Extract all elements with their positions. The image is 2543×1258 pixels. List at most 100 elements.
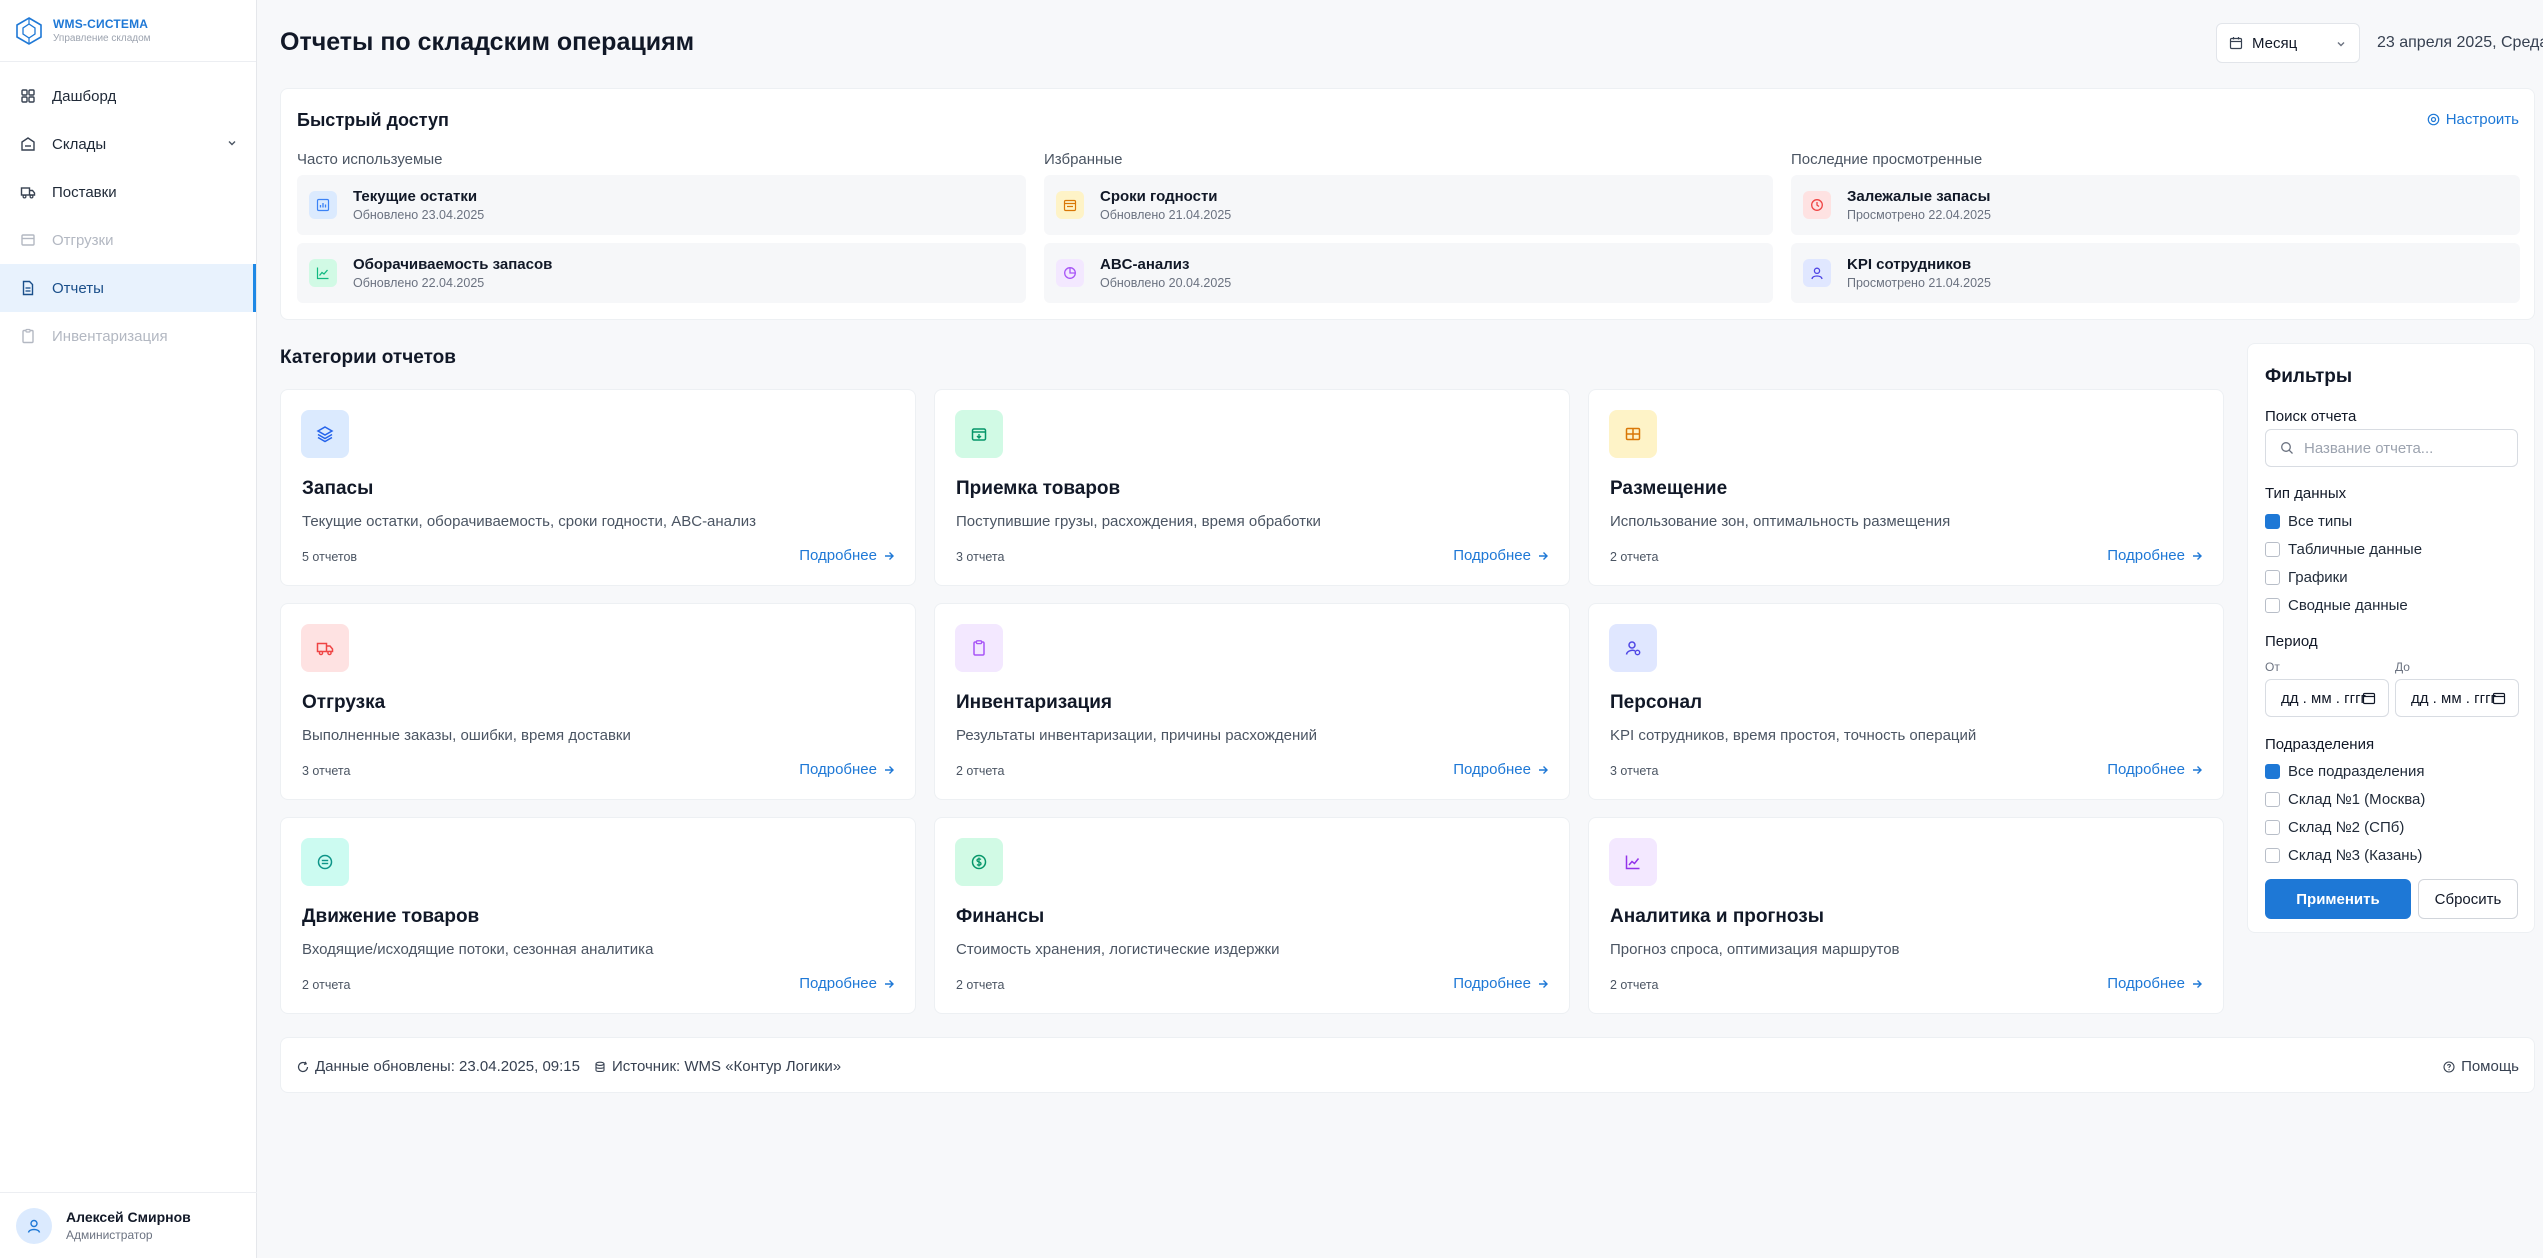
category-count: 3 отчета (956, 550, 1005, 564)
sidebar-item-reports[interactable]: Отчеты (0, 264, 256, 312)
categories-title: Категории отчетов (280, 347, 456, 368)
sidebar-item-warehouses[interactable]: Склады (0, 120, 256, 168)
category-card-staff[interactable]: Персонал KPI сотрудников, время простоя,… (1588, 603, 2224, 800)
clipboard-icon (955, 624, 1003, 672)
logo-icon (16, 16, 42, 45)
period-select[interactable]: Месяц (2216, 23, 2360, 63)
brand[interactable]: WMS-СИСТЕМА Управление складом (0, 0, 256, 62)
more-link[interactable]: Подробнее (1453, 975, 1549, 992)
sidebar-item-shipments[interactable]: Отгрузки (0, 216, 256, 264)
checkbox-warehouse-3[interactable]: Склад №3 (Казань) (2265, 847, 2422, 864)
checkbox[interactable] (2265, 820, 2280, 835)
more-link[interactable]: Подробнее (2107, 761, 2203, 778)
date-to-label: До (2395, 660, 2410, 674)
checkbox[interactable] (2265, 514, 2280, 529)
more-link[interactable]: Подробнее (1453, 761, 1549, 778)
calendar-icon[interactable] (2362, 691, 2376, 705)
quick-access-panel: Быстрый доступ Настроить Часто используе… (280, 88, 2535, 320)
chart-box-icon (309, 191, 337, 219)
checkbox[interactable] (2265, 848, 2280, 863)
arrow-right-icon (1539, 551, 1548, 560)
checkbox-label: Сводные данные (2288, 597, 2408, 614)
category-card-receiving[interactable]: Приемка товаров Поступившие грузы, расхо… (934, 389, 1570, 586)
more-label: Подробнее (799, 547, 877, 564)
category-description: Результаты инвентаризации, причины расхо… (956, 727, 1318, 744)
quick-item-name: ABC-анализ (1100, 256, 1190, 273)
checkbox-summary[interactable]: Сводные данные (2265, 597, 2408, 614)
grid-icon (1609, 410, 1657, 458)
quick-item[interactable]: Текущие остатки Обновлено 23.04.2025 (297, 175, 1026, 235)
help-icon (2443, 1060, 2455, 1073)
category-card-analytics[interactable]: Аналитика и прогнозы Прогноз спроса, опт… (1588, 817, 2224, 1014)
sidebar-item-deliveries[interactable]: Поставки (0, 168, 256, 216)
quick-column-title: Часто используемые (297, 151, 443, 168)
category-description: Текущие остатки, оборачиваемость, сроки … (302, 513, 757, 530)
settings-icon (2427, 113, 2440, 126)
quick-item[interactable]: KPI сотрудников Просмотрено 21.04.2025 (1791, 243, 2520, 303)
date-to-input[interactable]: дд . мм . гггг (2395, 679, 2519, 717)
checkbox-tables[interactable]: Табличные данные (2265, 541, 2422, 558)
checkbox-all-divisions[interactable]: Все подразделения (2265, 763, 2424, 780)
sidebar-item-inventory[interactable]: Инвентаризация (0, 312, 256, 360)
sidebar-item-dashboard[interactable]: Дашборд (0, 72, 256, 120)
checkbox-label: Склад №1 (Москва) (2288, 791, 2426, 808)
more-link[interactable]: Подробнее (799, 975, 895, 992)
date-from-input[interactable]: дд . мм . гггг (2265, 679, 2389, 717)
more-link[interactable]: Подробнее (799, 761, 895, 778)
arrow-right-icon (885, 551, 894, 560)
configure-link[interactable]: Настроить (2427, 111, 2519, 128)
category-card-placement[interactable]: Размещение Использование зон, оптимально… (1588, 389, 2224, 586)
help-link[interactable]: Помощь (2443, 1058, 2519, 1075)
quick-column-title: Избранные (1044, 151, 1123, 168)
quick-item-name: Текущие остатки (353, 188, 478, 205)
user-profile[interactable]: Алексей Смирнов Администратор (0, 1192, 257, 1258)
checkbox-label: Табличные данные (2288, 541, 2423, 558)
truck-icon (20, 184, 36, 200)
period-label: Период (2265, 633, 2318, 650)
quick-item[interactable]: Залежалые запасы Просмотрено 22.04.2025 (1791, 175, 2520, 235)
sidebar-nav: Дашборд Склады Поставки Отгрузки Отчеты … (0, 72, 256, 360)
quick-item[interactable]: Сроки годности Обновлено 21.04.2025 (1044, 175, 1773, 235)
category-description: Стоимость хранения, логистические издерж… (956, 941, 1280, 958)
reset-button[interactable]: Сбросить (2418, 879, 2518, 919)
checkbox[interactable] (2265, 570, 2280, 585)
checkbox[interactable] (2265, 792, 2280, 807)
more-label: Подробнее (799, 975, 877, 992)
category-card-movement[interactable]: Движение товаров Входящие/исходящие пото… (280, 817, 916, 1014)
quick-item[interactable]: Оборачиваемость запасов Обновлено 22.04.… (297, 243, 1026, 303)
sidebar-item-label: Дашборд (52, 87, 117, 105)
date-from-label: От (2265, 660, 2280, 674)
search-input[interactable] (2304, 439, 2494, 457)
checkbox-charts[interactable]: Графики (2265, 569, 2348, 586)
chevron-down-icon[interactable] (226, 137, 238, 149)
search-field[interactable] (2265, 429, 2518, 467)
more-link[interactable]: Подробнее (2107, 547, 2203, 564)
category-card-inventory[interactable]: Инвентаризация Результаты инвентаризации… (934, 603, 1570, 800)
category-card-finance[interactable]: Финансы Стоимость хранения, логистически… (934, 817, 1570, 1014)
apply-button[interactable]: Применить (2265, 879, 2411, 919)
more-link[interactable]: Подробнее (2107, 975, 2203, 992)
data-type-label: Тип данных (2265, 485, 2347, 502)
calendar-icon[interactable] (2492, 691, 2506, 705)
category-card-shipping[interactable]: Отгрузка Выполненные заказы, ошибки, вре… (280, 603, 916, 800)
checkbox[interactable] (2265, 542, 2280, 557)
quick-access-title: Быстрый доступ (297, 110, 449, 130)
quick-column-frequent: Часто используемые Текущие остатки Обнов… (297, 151, 1026, 311)
flow-icon (301, 838, 349, 886)
checkbox-warehouse-2[interactable]: Склад №2 (СПб) (2265, 819, 2404, 836)
more-link[interactable]: Подробнее (1453, 547, 1549, 564)
category-description: Выполненные заказы, ошибки, время достав… (302, 727, 631, 744)
more-link[interactable]: Подробнее (799, 547, 895, 564)
quick-item-name: Оборачиваемость запасов (353, 256, 553, 273)
checkbox[interactable] (2265, 598, 2280, 613)
more-label: Подробнее (799, 761, 877, 778)
checkbox-warehouse-1[interactable]: Склад №1 (Москва) (2265, 791, 2425, 808)
category-card-stock[interactable]: Запасы Текущие остатки, оборачиваемость,… (280, 389, 916, 586)
quick-column-favorites: Избранные Сроки годности Обновлено 21.04… (1044, 151, 1773, 311)
quick-item-date: Обновлено 21.04.2025 (1100, 208, 1232, 222)
database-icon (595, 1061, 605, 1072)
checkbox-all-types[interactable]: Все типы (2265, 513, 2352, 530)
checkbox[interactable] (2265, 764, 2280, 779)
truck-icon (301, 624, 349, 672)
quick-item[interactable]: ABC-анализ Обновлено 20.04.2025 (1044, 243, 1773, 303)
